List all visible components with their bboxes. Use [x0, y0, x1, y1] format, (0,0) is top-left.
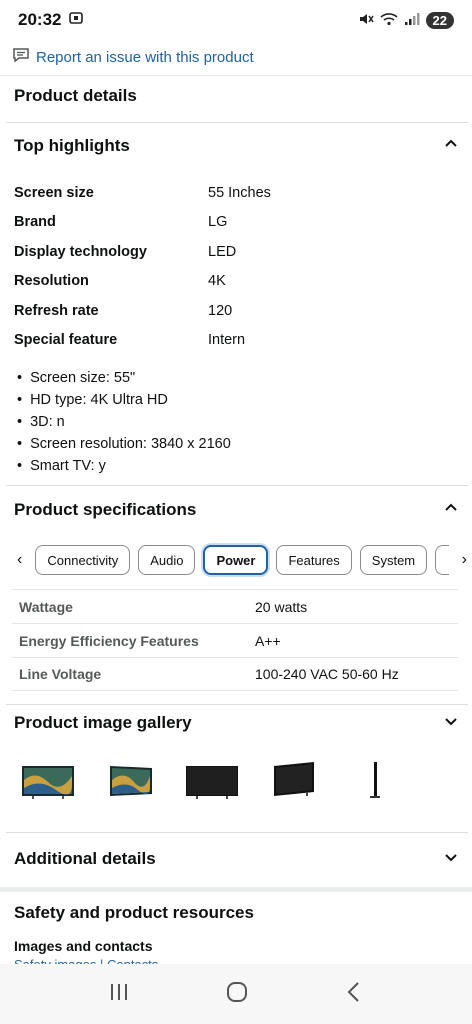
- highlight-value: LED: [208, 243, 237, 260]
- gallery-thumbnail[interactable]: [102, 760, 158, 800]
- additional-details-title: Additional details: [14, 849, 156, 868]
- highlight-row: Special feature Intern: [14, 326, 458, 356]
- signal-icon: [404, 12, 420, 29]
- tab-connectivity[interactable]: Connectivity: [35, 545, 131, 575]
- highlight-row: Screen size 55 Inches: [14, 178, 458, 208]
- product-details-header: Product details: [0, 86, 472, 106]
- top-highlights-title: Top highlights: [14, 136, 130, 155]
- recent-apps-icon[interactable]: [108, 982, 130, 1007]
- highlight-value: 120: [208, 302, 233, 319]
- chevron-down-icon[interactable]: [444, 850, 458, 869]
- tab-partial[interactable]: [435, 545, 449, 575]
- tab-audio[interactable]: Audio: [138, 545, 196, 575]
- gallery-header[interactable]: Product image gallery: [14, 713, 458, 733]
- highlight-key: Resolution: [14, 273, 89, 290]
- spec-tabs: ‹ Connectivity Audio Power Features Syst…: [0, 544, 472, 576]
- chevron-down-icon[interactable]: [444, 714, 458, 733]
- tab-features[interactable]: Features: [276, 545, 352, 575]
- highlight-key: Brand: [14, 214, 56, 231]
- highlight-value: LG: [208, 214, 228, 231]
- divider: [6, 122, 468, 123]
- highlight-value: 4K: [208, 273, 226, 290]
- highlight-key: Screen size: [14, 184, 94, 201]
- table-row: Energy Efficiency Features A++: [12, 623, 458, 657]
- mute-icon: [358, 12, 374, 29]
- spec-key: Energy Efficiency Features: [19, 632, 199, 649]
- gallery-thumbnail[interactable]: [266, 760, 322, 800]
- system-nav-bar: [0, 964, 472, 1024]
- highlight-row: Resolution 4K: [14, 267, 458, 297]
- additional-details-header[interactable]: Additional details: [14, 849, 458, 869]
- highlights-table: Screen size 55 Inches Brand LG Display tec…: [14, 178, 458, 355]
- image-gallery-section: Product image gallery: [0, 713, 472, 733]
- scroll-left-icon[interactable]: ‹: [12, 551, 27, 569]
- gallery-thumbnail[interactable]: [20, 760, 76, 800]
- top-highlights-header[interactable]: Top highlights: [14, 136, 458, 156]
- feedback-icon: [12, 47, 30, 68]
- specifications-title: Product specifications: [14, 500, 197, 519]
- tab-power[interactable]: Power: [203, 545, 269, 575]
- highlight-bullets: Screen size: 55" HD type: 4K Ultra HD 3D…: [14, 367, 458, 477]
- spec-value: A++: [255, 632, 281, 649]
- scroll-right-icon[interactable]: ›: [457, 551, 472, 569]
- section-separator: [0, 887, 472, 892]
- wifi-icon: [379, 12, 398, 29]
- divider: [6, 704, 468, 705]
- highlight-row: Display technology LED: [14, 237, 458, 267]
- safety-subtitle: Images and contacts: [14, 938, 153, 954]
- status-bar: 20:32 22: [0, 0, 472, 40]
- divider: [6, 832, 468, 833]
- battery-indicator: 22: [425, 11, 454, 29]
- bullet-item: Smart TV: y: [17, 455, 458, 477]
- highlight-row: Brand LG: [14, 208, 458, 238]
- product-details-title: Product details: [14, 86, 137, 105]
- chevron-up-icon[interactable]: [444, 137, 458, 156]
- safety-resources-section: Safety and product resources Images and …: [0, 903, 472, 965]
- screen-record-icon: [69, 11, 84, 30]
- spec-key: Line Voltage: [19, 666, 102, 682]
- table-row: Line Voltage 100-240 VAC 50-60 Hz: [12, 657, 458, 691]
- spec-value: 100-240 VAC 50-60 Hz: [255, 666, 399, 682]
- highlight-value: 55 Inches: [208, 184, 271, 201]
- bullet-item: Screen size: 55": [17, 367, 458, 389]
- report-issue-link[interactable]: Report an issue with this product: [36, 49, 254, 66]
- highlight-key: Refresh rate: [14, 302, 99, 319]
- gallery-title: Product image gallery: [14, 713, 192, 732]
- table-row: Wattage 20 watts: [12, 589, 458, 623]
- divider: [6, 485, 468, 486]
- highlight-row: Refresh rate 120: [14, 296, 458, 326]
- home-icon[interactable]: [225, 980, 249, 1009]
- gallery-thumbnails: [20, 760, 404, 800]
- report-issue-row[interactable]: Report an issue with this product: [0, 40, 472, 76]
- top-highlights-section: Top highlights Screen size 55 Inches Bran…: [0, 136, 472, 477]
- additional-details-section: Additional details: [0, 849, 472, 869]
- bullet-item: Screen resolution: 3840 x 2160: [17, 433, 458, 455]
- product-specifications-section: Product specifications: [0, 500, 472, 520]
- specifications-header[interactable]: Product specifications: [14, 500, 458, 520]
- bullet-item: 3D: n: [17, 411, 458, 433]
- spec-table: Wattage 20 watts Energy Efficiency Featur…: [12, 589, 458, 691]
- tab-system[interactable]: System: [359, 545, 428, 575]
- highlight-key: Special feature: [14, 332, 118, 349]
- safety-title: Safety and product resources: [14, 903, 254, 922]
- highlight-key: Display technology: [14, 243, 147, 260]
- back-icon[interactable]: [344, 981, 364, 1008]
- status-time: 20:32: [18, 10, 62, 29]
- bullet-item: HD type: 4K Ultra HD: [17, 389, 458, 411]
- spec-key: Wattage: [19, 598, 73, 615]
- spec-value: 20 watts: [255, 598, 308, 615]
- gallery-thumbnail[interactable]: [348, 760, 404, 800]
- highlight-value: Intern: [208, 332, 246, 349]
- gallery-thumbnail[interactable]: [184, 760, 240, 800]
- chevron-up-icon[interactable]: [444, 501, 458, 520]
